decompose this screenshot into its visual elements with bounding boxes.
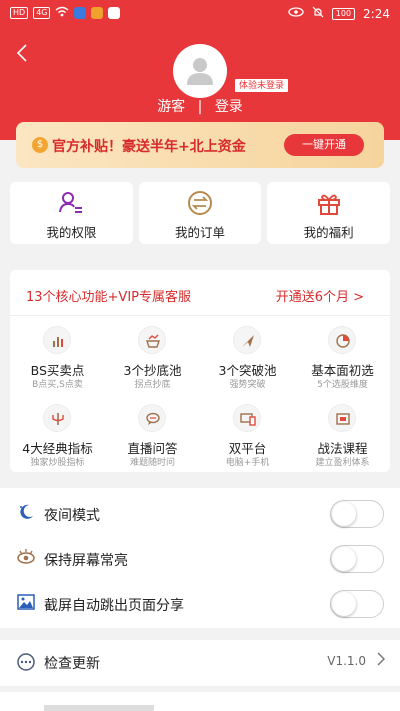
feature-fundamental-screen[interactable]: 基本面初选 5个选股维度	[295, 320, 390, 394]
my-permissions-card[interactable]: 我的权限	[10, 182, 133, 244]
partial-list-row	[0, 692, 400, 711]
toggle-knob	[332, 502, 356, 526]
feature-desc: 难题随时问	[129, 458, 175, 468]
activate-button[interactable]: 一键开通	[284, 134, 364, 156]
chevron-right-icon	[376, 650, 386, 673]
video-course-icon	[328, 404, 356, 432]
night-mode-toggle[interactable]	[330, 500, 384, 528]
feature-dual-platform[interactable]: 双平台 电脑+手机	[200, 398, 295, 472]
toggle-knob	[332, 547, 356, 571]
status-time: 2:24	[363, 6, 390, 21]
feature-live-qa[interactable]: 直播问答 难题随时问	[105, 398, 200, 472]
gift-icon	[317, 194, 340, 215]
mute-bell-icon	[312, 6, 324, 21]
feature-desc: 建立盈利体系	[315, 458, 370, 468]
feature-desc: 拐点抄底	[134, 380, 171, 390]
user-silhouette-icon	[187, 58, 213, 85]
coin-icon: $	[32, 137, 48, 153]
devices-icon	[233, 404, 261, 432]
vip-activate-link[interactable]: 开通送6个月 >	[276, 286, 364, 305]
arrow-up-right-icon	[233, 326, 261, 354]
settings-panel: 夜间模式 保持屏幕常亮 截屏自动跳出页面分享	[0, 488, 400, 628]
pie-chart-icon	[328, 326, 356, 354]
avatar[interactable]	[173, 44, 227, 98]
trial-badge: 体验未登录	[234, 78, 290, 93]
vip-panel: 13个核心功能+VIP专属客服 开通送6个月 > BS买卖点 B点买,S点卖 3…	[10, 270, 390, 472]
login-link[interactable]: 登录	[215, 99, 243, 115]
feature-desc: 电脑+手机	[225, 458, 270, 468]
vip-feature-grid: BS买卖点 B点买,S点卖 3个抄底池 拐点抄底 3个突破池 强势突破 基本面初…	[10, 320, 390, 470]
quick-card-label: 我的订单	[175, 225, 226, 240]
chat-bubble-icon	[138, 404, 166, 432]
chart-basket-icon	[138, 326, 166, 354]
feature-bs-points[interactable]: BS买卖点 B点买,S点卖	[10, 320, 105, 394]
keep-screen-on-toggle[interactable]	[330, 545, 384, 573]
trident-icon	[43, 404, 71, 432]
setting-label: 截屏自动跳出页面分享	[44, 598, 184, 614]
guest-label: 游客	[157, 99, 186, 115]
separator: |	[197, 99, 203, 115]
toggle-knob	[332, 592, 356, 616]
hd-indicator: HD	[10, 7, 29, 19]
back-button[interactable]	[12, 42, 34, 64]
quick-card-label: 我的权限	[46, 225, 97, 240]
image-share-icon	[17, 594, 35, 610]
feature-bottom-pool[interactable]: 3个抄底池 拐点抄底	[105, 320, 200, 394]
quick-card-label: 我的福利	[303, 225, 354, 240]
app-notification-icon	[74, 7, 87, 19]
feature-desc: 强势突破	[229, 380, 266, 390]
clipped-text	[44, 705, 154, 711]
feature-classic-indicators[interactable]: 4大经典指标 独家炒股指标	[10, 398, 105, 472]
status-bar: HD 4G 100 2:24	[0, 0, 400, 26]
user-list-icon	[59, 192, 83, 213]
feature-desc: 独家炒股指标	[30, 458, 85, 468]
battery-indicator: 100	[331, 7, 356, 20]
update-icon	[17, 653, 35, 671]
update-label: 检查更新	[44, 656, 100, 672]
wifi-icon	[55, 6, 69, 20]
network-indicator: 4G	[33, 7, 51, 19]
promo-banner[interactable]: $ 官方补贴！豪送半年+北上资金 一键开通	[16, 122, 384, 168]
my-orders-card[interactable]: 我的订单	[138, 182, 262, 244]
setting-night-mode: 夜间模式	[0, 490, 400, 536]
eye-status-icon	[288, 7, 304, 20]
feature-desc: B点买,S点卖	[32, 380, 83, 390]
app-notification-icon	[91, 7, 104, 19]
login-row: 游客 | 登录	[0, 96, 400, 116]
setting-keep-screen-on: 保持屏幕常亮	[0, 535, 400, 581]
setting-label: 夜间模式	[44, 508, 100, 524]
signal-bars-icon	[43, 326, 71, 354]
app-notification-icon	[108, 7, 121, 19]
feature-strategy-course[interactable]: 战法课程 建立盈利体系	[295, 398, 390, 472]
feature-breakout-pool[interactable]: 3个突破池 强势突破	[200, 320, 295, 394]
check-update-row[interactable]: 检查更新 V1.1.0	[0, 640, 400, 686]
feature-desc: 5个选股维度	[317, 380, 368, 390]
order-exchange-icon	[188, 191, 212, 215]
vip-title: 13个核心功能+VIP专属客服	[26, 290, 192, 305]
my-benefits-card[interactable]: 我的福利	[267, 182, 391, 244]
quick-cards: 我的权限 我的订单 我的福利	[10, 182, 391, 244]
chevron-left-icon	[16, 44, 27, 62]
screenshot-share-toggle[interactable]	[330, 590, 384, 618]
header: HD 4G 100 2:24 体验未登录 游客 | 登录	[0, 0, 400, 140]
promo-text: 官方补贴！豪送半年+北上资金	[52, 139, 246, 155]
setting-screenshot-share: 截屏自动跳出页面分享	[0, 580, 400, 626]
app-version: V1.1.0	[327, 654, 366, 668]
moon-icon	[20, 504, 33, 519]
setting-label: 保持屏幕常亮	[44, 553, 128, 569]
vip-header: 13个核心功能+VIP专属客服 开通送6个月 >	[10, 270, 390, 316]
eye-icon	[17, 549, 35, 564]
